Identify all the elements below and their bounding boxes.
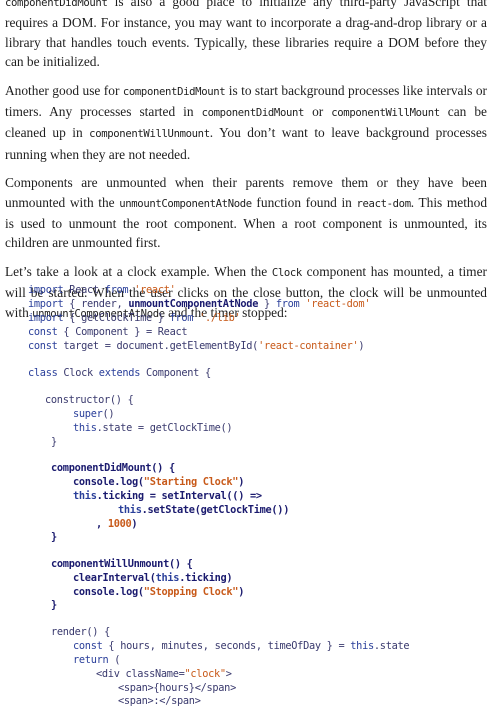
code-line: console.log("Stopping Clock") (73, 586, 245, 598)
code-line: this.setState(getClockTime()) (118, 504, 290, 516)
text-run: Let’s take a look at a clock example. Wh… (5, 263, 272, 279)
code-line: } (51, 531, 57, 543)
code-line: super() (73, 408, 115, 420)
code-line: render() { (51, 626, 110, 638)
inline-code: componentDidMount (122, 85, 226, 98)
text-run: function found in (251, 194, 357, 210)
inline-code: unmountComponentAtNode (119, 197, 252, 210)
inline-code: componentWillMount (331, 107, 440, 120)
code-line: <div className="clock"> (96, 668, 232, 680)
code-line: this.ticking = setInterval(() => (73, 490, 262, 502)
code-line: constructor() { (45, 394, 134, 406)
paragraph-2: Another good use for componentDidMount i… (5, 81, 487, 165)
code-line: this.state = getClockTime() (73, 422, 233, 434)
inline-code: componentWillUnmount (89, 128, 210, 141)
paragraph-4: Let’s take a look at a clock example. Wh… (5, 262, 487, 324)
code-line: const { Component } = React (28, 326, 188, 338)
paragraph-3: Components are unmounted when their pare… (5, 173, 487, 253)
text-run: and the timer stopped: (164, 304, 288, 320)
code-line: , 1000) (96, 518, 138, 530)
inline-code: componentDidMount (5, 0, 108, 9)
inline-code: Clock (271, 266, 302, 279)
text-run: or (304, 104, 332, 120)
text-run: is also a good place to initialize any t… (5, 0, 487, 70)
text-run: Another good use for (5, 82, 123, 98)
code-line: return ( (73, 654, 121, 666)
code-line: console.log("Starting Clock") (73, 476, 245, 488)
code-line: } (51, 436, 57, 448)
paragraph-1: componentDidMount is also a good place t… (5, 0, 487, 72)
code-line: componentWillUnmount() { (51, 558, 193, 570)
code-line: componentDidMount() { (51, 462, 175, 474)
code-line: } (51, 599, 57, 611)
inline-code: react-dom (356, 197, 411, 210)
inline-code: componentDidMount (201, 107, 305, 120)
code-line: const target = document.getElementById('… (28, 340, 365, 352)
code-line: <span>:</span> (118, 695, 201, 707)
book-text: componentDidMount is also a good place t… (5, 0, 487, 324)
code-line: <span>{hours}</span> (118, 682, 236, 694)
code-line: clearInterval(this.ticking) (73, 572, 233, 584)
code-line: class Clock extends Component { (28, 367, 211, 379)
code-line: const { hours, minutes, seconds, timeOfD… (73, 640, 410, 652)
inline-code: unmountComponentAtNode (32, 307, 165, 320)
